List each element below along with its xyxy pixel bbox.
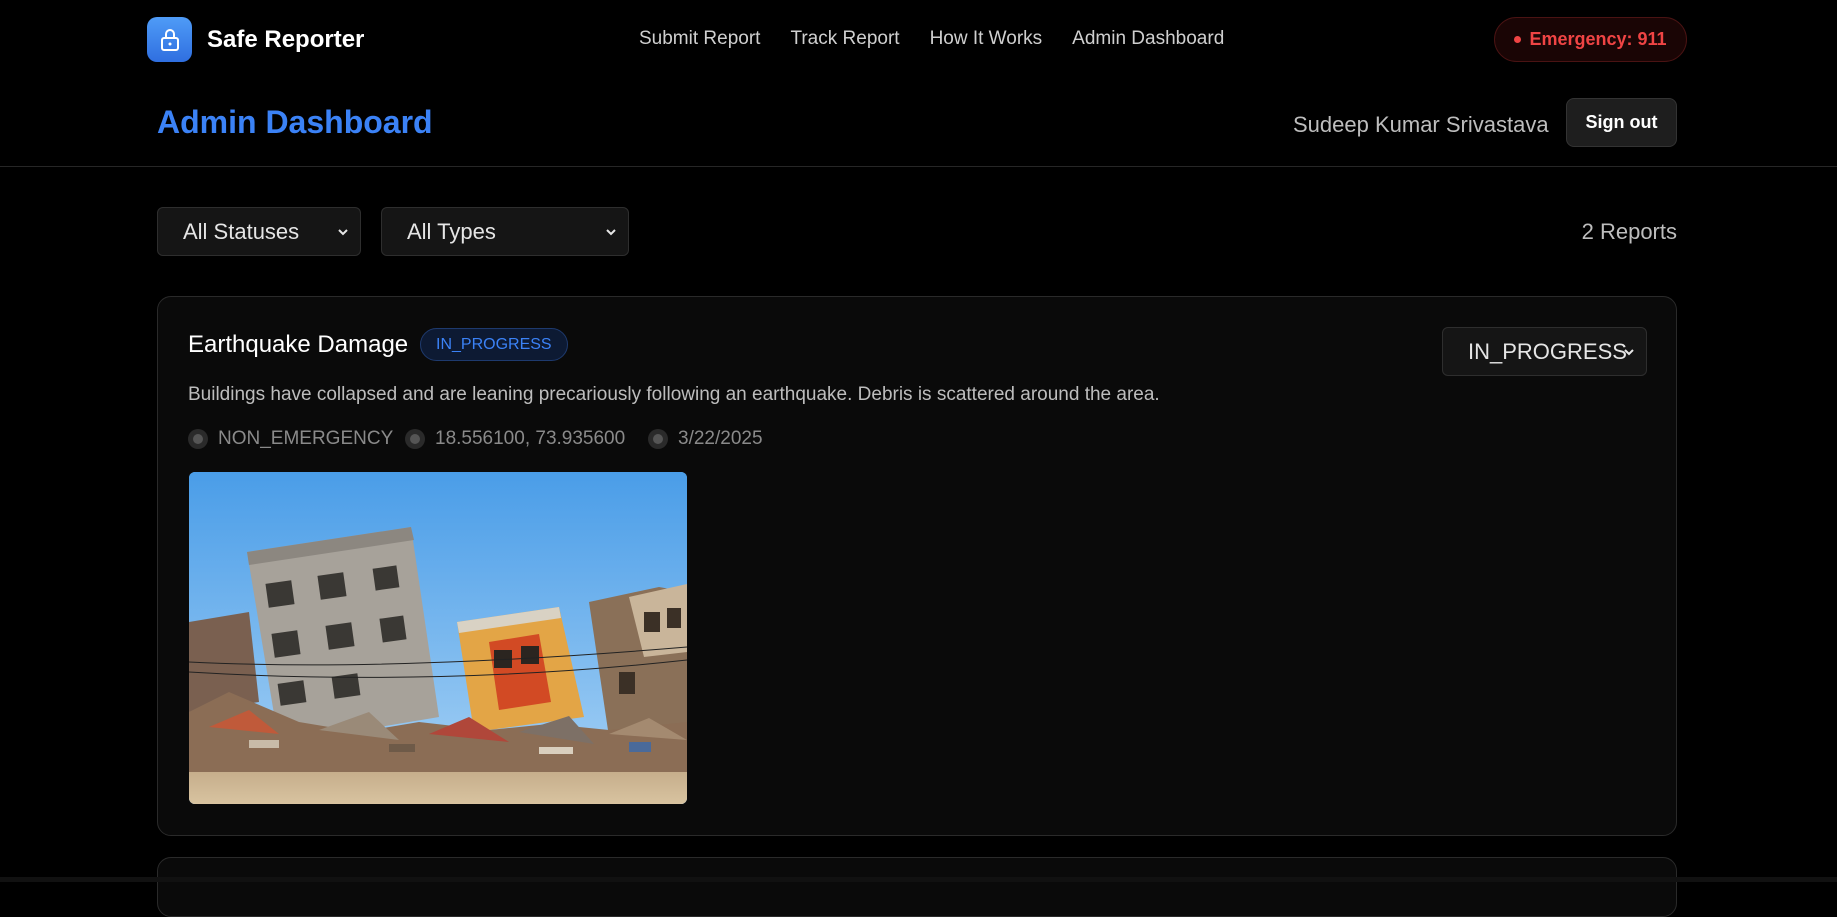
user-name: Sudeep Kumar Srivastava (1293, 112, 1549, 137)
report-count: 2 Reports (1581, 219, 1677, 244)
brand[interactable]: Safe Reporter (147, 17, 364, 62)
report-type: NON_EMERGENCY (188, 428, 393, 450)
nav-links: Submit Report Track Report How It Works … (639, 28, 1254, 50)
sign-out-button[interactable]: Sign out (1566, 98, 1677, 147)
report-date: 3/22/2025 (648, 428, 763, 450)
report-card-next (157, 857, 1677, 917)
status-filter-value: All Statuses (183, 218, 300, 244)
report-type-value: NON_EMERGENCY (218, 428, 394, 449)
location-icon (405, 429, 425, 449)
report-date-value: 3/22/2025 (678, 428, 763, 449)
chevron-down-icon (606, 229, 616, 236)
nav-link-admin-dashboard[interactable]: Admin Dashboard (1072, 28, 1224, 50)
emergency-button[interactable]: Emergency: 911 (1494, 17, 1687, 62)
page-title: Admin Dashboard (157, 104, 433, 140)
status-filter-select[interactable]: All Statuses (157, 207, 361, 256)
report-coordinates: 18.556100, 73.935600 (435, 428, 626, 449)
emergency-dot-icon (1514, 36, 1522, 43)
top-navigation: Safe Reporter Submit Report Track Report… (0, 0, 1837, 80)
lock-icon (147, 17, 192, 62)
emergency-label: Emergency: 911 (1529, 29, 1667, 49)
nav-link-how-it-works[interactable]: How It Works (930, 28, 1043, 50)
type-filter-select[interactable]: All Types (381, 207, 629, 256)
scroll-edge (0, 877, 1837, 882)
chevron-down-icon (338, 229, 348, 236)
report-location: 18.556100, 73.935600 (405, 428, 625, 450)
report-status-select[interactable]: IN_PROGRESS (1442, 327, 1647, 376)
status-badge: IN_PROGRESS (420, 328, 568, 361)
report-card: Earthquake Damage IN_PROGRESS IN_PROGRES… (157, 296, 1677, 836)
nav-link-track-report[interactable]: Track Report (790, 28, 899, 50)
report-status-value: IN_PROGRESS (1468, 338, 1627, 364)
report-description: Buildings have collapsed and are leaning… (188, 384, 1160, 405)
type-filter-value: All Types (407, 218, 496, 244)
collapsed-buildings-photo[interactable] (189, 472, 687, 804)
type-icon (188, 429, 208, 449)
dashboard-header: Admin Dashboard Sudeep Kumar Srivastava … (0, 80, 1837, 167)
report-title: Earthquake Damage (188, 331, 409, 358)
nav-link-submit-report[interactable]: Submit Report (639, 28, 760, 50)
calendar-icon (648, 429, 668, 449)
chevron-down-icon (1624, 349, 1634, 356)
brand-name: Safe Reporter (207, 25, 365, 53)
